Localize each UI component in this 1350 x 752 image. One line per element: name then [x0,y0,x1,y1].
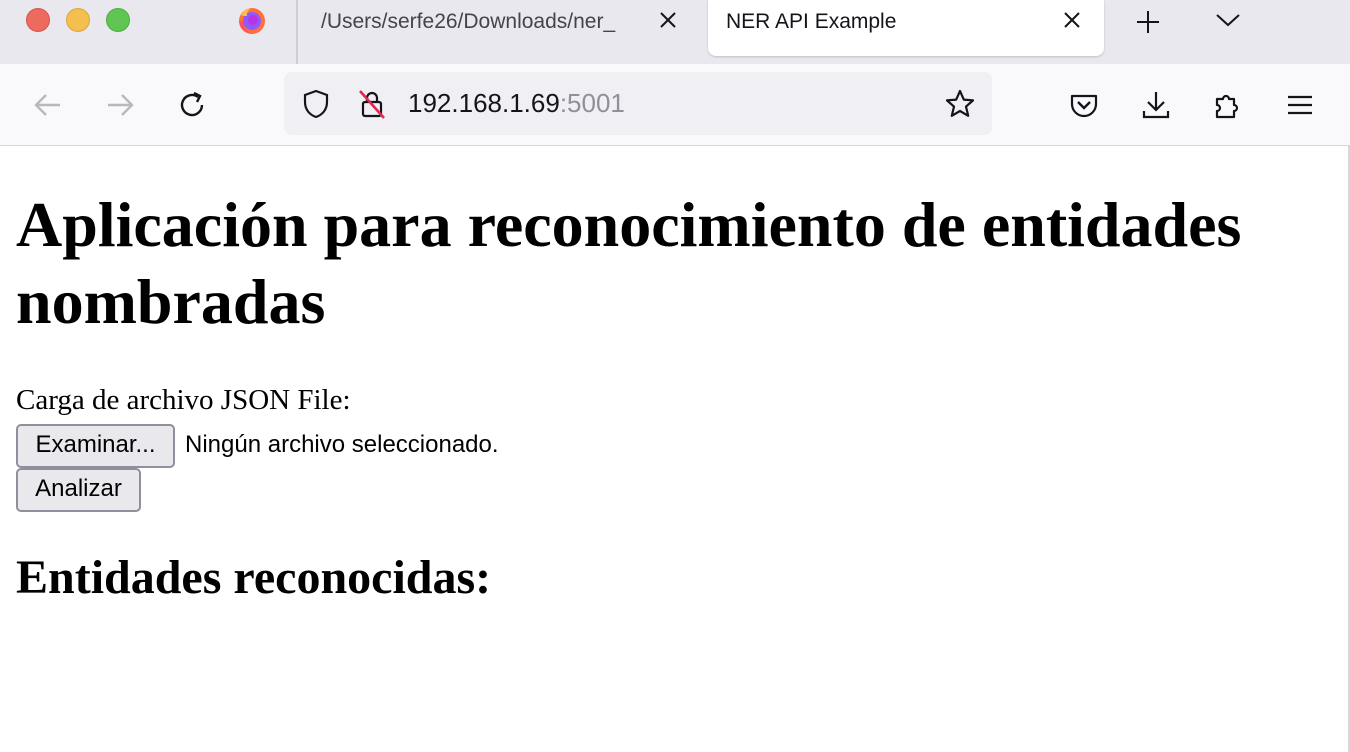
window-minimize-button[interactable] [66,8,90,32]
firefox-icon [239,8,265,34]
arrow-right-icon[interactable] [104,89,136,121]
file-status-text: Ningún archivo seleccionado. [185,431,499,458]
tab-ner-api-example[interactable]: NER API Example [708,0,1104,56]
tab-downloads-file[interactable]: /Users/serfe26/Downloads/ner_ [300,0,704,56]
browse-file-button[interactable]: Examinar... [16,424,175,468]
window-close-button[interactable] [26,8,50,32]
window-zoom-button[interactable] [106,8,130,32]
address-bar[interactable]: 192.168.1.69:5001 [284,72,992,135]
tab-title: /Users/serfe26/Downloads/ner_ [321,10,616,33]
url-port: :5001 [559,88,625,118]
pocket-icon[interactable] [1068,89,1100,121]
puzzle-icon[interactable] [1212,89,1244,121]
download-icon[interactable] [1140,89,1172,121]
plus-icon[interactable] [1134,8,1162,36]
close-icon[interactable] [1060,8,1084,32]
star-icon[interactable] [944,88,976,120]
arrow-left-icon[interactable] [32,89,64,121]
navigation-toolbar: 192.168.1.69:5001 [0,64,1350,146]
file-upload-label: Carga de archivo JSON File: [16,384,351,416]
close-icon[interactable] [656,8,680,32]
chevron-down-icon[interactable] [1214,8,1242,32]
hamburger-menu-icon[interactable] [1284,89,1316,121]
url-host: 192.168.1.69 [408,88,560,118]
url-text[interactable]: 192.168.1.69:5001 [408,88,625,119]
analyze-button[interactable]: Analizar [16,468,141,512]
results-heading: Entidades reconocidas: [16,551,492,604]
reload-icon[interactable] [176,89,208,121]
tab-separator [296,0,298,64]
insecure-lock-icon[interactable] [356,88,388,120]
shield-icon[interactable] [300,88,332,120]
tab-strip: /Users/serfe26/Downloads/ner_ NER API Ex… [0,0,1350,64]
page-title: Aplicación para reconocimiento de entida… [16,189,1242,337]
tab-title: NER API Example [726,10,897,33]
